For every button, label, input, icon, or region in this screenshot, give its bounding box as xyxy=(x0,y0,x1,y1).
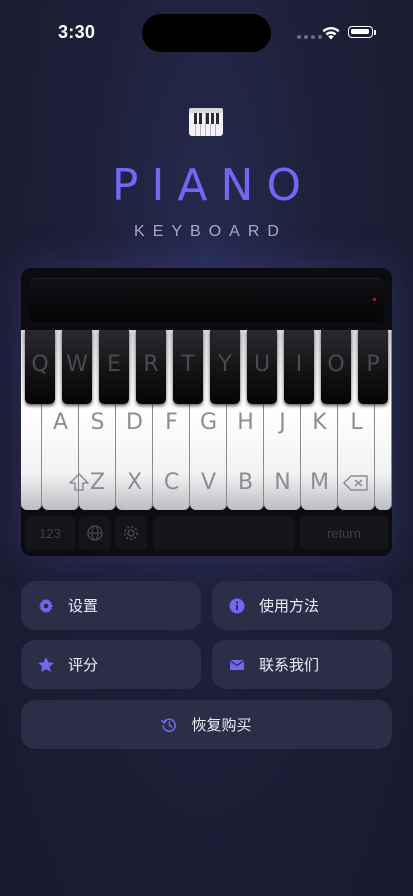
how-to-use-label: 使用方法 xyxy=(259,598,320,615)
key-label: K xyxy=(312,410,327,435)
key-label: N xyxy=(274,470,291,495)
restore-purchase-label: 恢复购买 xyxy=(191,717,252,734)
piano-logo-icon xyxy=(189,108,223,136)
cellular-signal-icon xyxy=(297,35,322,39)
keyboard-preview: A SZ DX FC GV HB JN KM L Q W E R T Y U I… xyxy=(21,268,392,556)
key-label: J xyxy=(279,410,286,435)
key-label: P xyxy=(366,352,380,377)
settings-label: 设置 xyxy=(68,598,99,615)
black-key: I xyxy=(284,330,314,404)
black-key: P xyxy=(358,330,388,404)
black-key: O xyxy=(321,330,351,404)
app-subtitle: KEYBOARD xyxy=(134,223,287,240)
black-key: E xyxy=(99,330,129,404)
keyboard-display-panel xyxy=(29,278,384,322)
black-key: R xyxy=(136,330,166,404)
delete-icon xyxy=(343,475,368,491)
black-key: U xyxy=(247,330,277,404)
key-label: U xyxy=(253,352,271,377)
key-label: D xyxy=(126,410,143,435)
keyboard-function-row: 123 return xyxy=(21,512,392,556)
dynamic-island xyxy=(142,14,271,52)
shift-icon xyxy=(69,473,89,491)
key-label: L xyxy=(350,410,363,435)
key-label: A xyxy=(52,410,69,435)
indicator-light xyxy=(373,298,376,301)
key-label: H xyxy=(237,410,254,435)
key-label: O xyxy=(327,352,345,377)
key-label: F xyxy=(165,410,178,435)
key-label: X xyxy=(126,470,143,495)
contact-us-button[interactable]: 联系我们 xyxy=(212,640,392,689)
battery-icon xyxy=(348,26,373,38)
return-key: return xyxy=(300,516,388,550)
settings-button[interactable]: 设置 xyxy=(21,581,201,630)
gear-icon xyxy=(38,598,54,614)
black-key: Y xyxy=(210,330,240,404)
how-to-use-button[interactable]: 使用方法 xyxy=(212,581,392,630)
black-key: W xyxy=(62,330,92,404)
key-label: Y xyxy=(218,352,232,377)
history-icon xyxy=(161,717,177,733)
key-label: W xyxy=(66,352,88,377)
key-label: V xyxy=(200,470,217,495)
numbers-key: 123 xyxy=(25,516,75,550)
rate-label: 评分 xyxy=(68,657,99,674)
app-title: PIANO xyxy=(111,160,315,211)
globe-key xyxy=(79,516,111,550)
key-label: B xyxy=(237,470,254,495)
gear-icon xyxy=(124,526,138,540)
contact-us-label: 联系我们 xyxy=(259,657,320,674)
envelope-icon xyxy=(229,657,245,673)
key-label: C xyxy=(163,470,180,495)
key-label: Q xyxy=(31,352,49,377)
key-label: I xyxy=(295,352,303,377)
space-key xyxy=(153,516,295,550)
battery-tip xyxy=(374,30,376,35)
restore-purchase-button[interactable]: 恢复购买 xyxy=(21,700,392,749)
key-label: R xyxy=(143,352,159,377)
key-label: T xyxy=(181,352,195,377)
black-key: Q xyxy=(25,330,55,404)
key-label: S xyxy=(90,410,105,435)
key-label: M xyxy=(310,470,329,495)
star-icon xyxy=(38,657,54,673)
status-time: 3:30 xyxy=(58,22,96,42)
globe-icon xyxy=(87,525,103,541)
black-key: T xyxy=(173,330,203,404)
status-bar: 3:30 xyxy=(0,0,413,60)
key-label: E xyxy=(107,352,121,377)
settings-key xyxy=(115,516,147,550)
wifi-icon xyxy=(322,26,340,40)
rate-button[interactable]: 评分 xyxy=(21,640,201,689)
key-label: G xyxy=(199,410,218,435)
info-icon xyxy=(229,598,245,614)
piano-keys: A SZ DX FC GV HB JN KM L Q W E R T Y U I… xyxy=(21,330,392,512)
